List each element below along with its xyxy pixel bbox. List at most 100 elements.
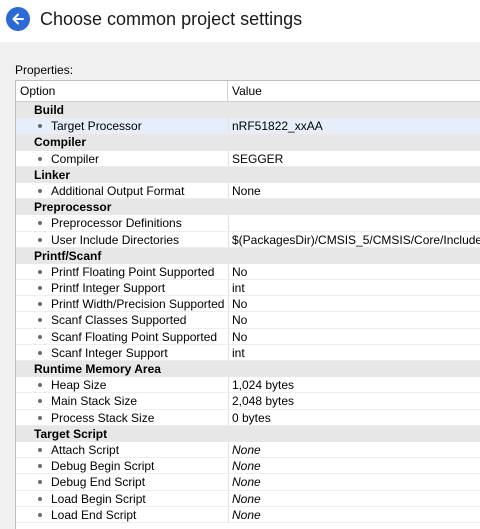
- property-value[interactable]: SEGGER: [232, 151, 480, 166]
- bullet-icon: [38, 269, 42, 274]
- property-value[interactable]: No: [232, 312, 480, 327]
- property-value[interactable]: No: [232, 264, 480, 279]
- bullet-icon: [38, 124, 42, 129]
- property-option: Scanf Classes Supported: [51, 313, 187, 328]
- property-row[interactable]: Target Processor nRF51822_xxAA: [16, 118, 480, 135]
- property-value[interactable]: 2,048 bytes: [232, 393, 480, 408]
- column-divider: [228, 506, 229, 522]
- property-option: Attach Script: [51, 442, 120, 457]
- property-grid[interactable]: Option Value Build Target Processor nRF518…: [15, 80, 480, 529]
- column-divider: [228, 344, 229, 360]
- bullet-icon: [38, 156, 42, 161]
- property-option: Printf Integer Support: [51, 281, 166, 296]
- property-value[interactable]: int: [232, 280, 480, 295]
- property-row[interactable]: Preprocessor Definitions: [16, 215, 480, 232]
- column-header-value[interactable]: Value: [228, 81, 480, 101]
- category-row[interactable]: Printf/Scanf: [16, 247, 480, 264]
- property-row[interactable]: Scanf Integer Support int: [16, 344, 480, 361]
- property-row[interactable]: Debug End Script None: [16, 474, 480, 491]
- property-value[interactable]: $(PackagesDir)/CMSIS_5/CMSIS/Core/Includ…: [232, 232, 480, 247]
- property-row[interactable]: Load End Script None: [16, 506, 480, 523]
- column-divider: [228, 296, 229, 312]
- bullet-icon: [38, 188, 42, 193]
- property-row[interactable]: Printf Integer Support int: [16, 280, 480, 297]
- category-label: Preprocessor: [34, 200, 112, 215]
- column-divider: [228, 328, 229, 344]
- property-value[interactable]: None: [232, 183, 480, 198]
- property-row[interactable]: Additional Output Format None: [16, 182, 480, 200]
- property-value[interactable]: 1,024 bytes: [232, 377, 480, 392]
- property-option: User Include Directories: [51, 232, 180, 247]
- column-divider: [228, 474, 229, 490]
- page-title: Choose common project settings: [40, 9, 303, 29]
- column-divider: [228, 231, 229, 247]
- bullet-icon: [38, 302, 42, 307]
- property-row[interactable]: Compiler SEGGER: [16, 150, 480, 167]
- property-value[interactable]: None: [232, 442, 480, 457]
- grid-header: Option Value: [16, 81, 480, 102]
- property-value[interactable]: int: [232, 345, 480, 360]
- back-button[interactable]: [6, 7, 30, 31]
- bullet-icon: [38, 221, 42, 226]
- dialog-header: Choose common project settings: [0, 0, 480, 42]
- category-label: Linker: [34, 167, 71, 182]
- property-row[interactable]: Printf Floating Point Supported No: [16, 263, 480, 281]
- bullet-icon: [38, 383, 42, 388]
- property-value[interactable]: None: [232, 507, 480, 522]
- category-row[interactable]: Target Script: [16, 425, 480, 442]
- category-row[interactable]: Preprocessor: [16, 199, 480, 216]
- column-divider: [228, 312, 229, 328]
- property-value[interactable]: nRF51822_xxAA: [232, 118, 480, 133]
- category-label: Target Script: [34, 426, 108, 441]
- property-option: Debug Begin Script: [51, 459, 155, 474]
- column-divider: [228, 280, 229, 296]
- property-value[interactable]: No: [232, 296, 480, 311]
- property-value[interactable]: None: [232, 458, 480, 473]
- property-value[interactable]: No: [232, 329, 480, 344]
- property-option: Preprocessor Definitions: [51, 216, 182, 231]
- category-label: Build: [34, 103, 64, 117]
- bullet-icon: [38, 512, 42, 517]
- property-option: Printf Floating Point Supported: [51, 264, 215, 279]
- bullet-icon: [38, 399, 42, 404]
- category-label: Printf/Scanf: [34, 248, 102, 263]
- bullet-icon: [38, 350, 42, 355]
- bullet-icon: [38, 286, 42, 291]
- property-option: Additional Output Format: [51, 183, 185, 198]
- property-row[interactable]: Process Stack Size 0 bytes: [16, 409, 480, 426]
- property-value[interactable]: None: [232, 474, 480, 489]
- property-option: Scanf Integer Support: [51, 345, 168, 360]
- bullet-icon: [38, 334, 42, 339]
- bullet-icon: [38, 237, 42, 242]
- category-row[interactable]: Build: [16, 102, 480, 119]
- property-row[interactable]: Debug Begin Script None: [16, 458, 480, 475]
- property-row[interactable]: Main Stack Size 2,048 bytes: [16, 393, 480, 410]
- property-row[interactable]: Load Begin Script None: [16, 490, 480, 507]
- column-divider: [228, 150, 229, 166]
- property-option: Debug End Script: [51, 475, 146, 490]
- property-row[interactable]: Scanf Floating Point Supported No: [16, 328, 480, 345]
- category-row[interactable]: Runtime Memory Area: [16, 361, 480, 378]
- property-row[interactable]: Scanf Classes Supported No: [16, 312, 480, 329]
- category-label: Runtime Memory Area: [34, 362, 161, 376]
- property-option: Heap Size: [51, 378, 107, 393]
- property-row[interactable]: Attach Script None: [16, 441, 480, 459]
- property-row[interactable]: User Include Directories $(PackagesDir)/C…: [16, 231, 480, 248]
- property-option: Load End Script: [51, 507, 137, 522]
- property-option: Printf Width/Precision Supported: [51, 297, 225, 312]
- column-divider: [228, 441, 229, 458]
- bullet-icon: [38, 415, 42, 420]
- column-divider: [228, 263, 229, 280]
- bullet-icon: [38, 318, 42, 323]
- column-divider: [228, 409, 229, 425]
- property-option: Compiler: [51, 151, 100, 166]
- property-value[interactable]: None: [232, 491, 480, 506]
- property-value[interactable]: 0 bytes: [232, 410, 480, 425]
- back-arrow-icon: [12, 13, 24, 25]
- column-header-option[interactable]: Option: [16, 81, 228, 101]
- category-row[interactable]: Compiler: [16, 134, 480, 151]
- property-row[interactable]: Heap Size 1,024 bytes: [16, 377, 480, 394]
- category-row[interactable]: Linker: [16, 166, 480, 183]
- property-row[interactable]: Printf Width/Precision Supported No: [16, 296, 480, 313]
- column-divider: [228, 458, 229, 474]
